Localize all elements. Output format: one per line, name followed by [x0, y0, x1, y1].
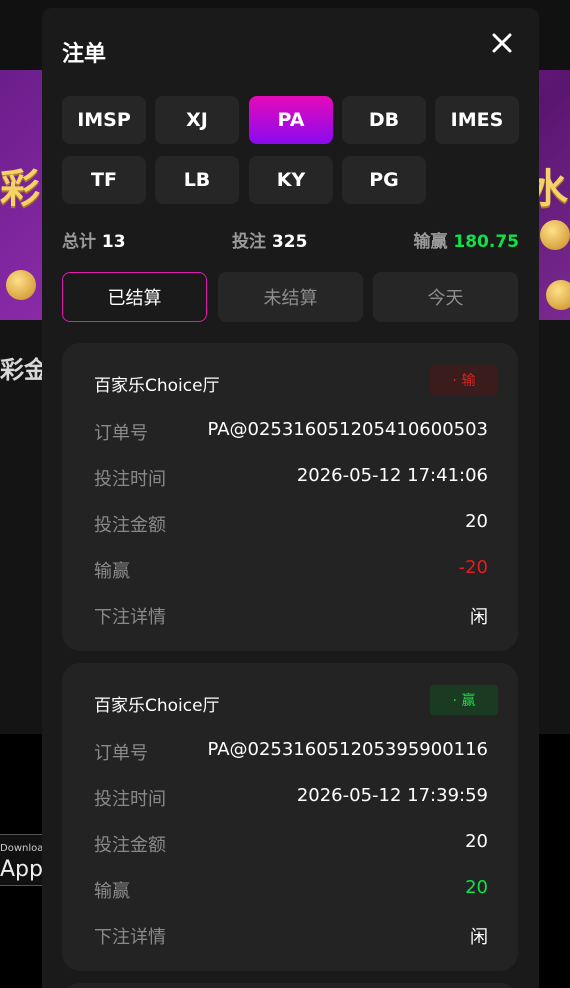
summary-winloss: 输赢 180.75: [413, 227, 519, 252]
provider-tab-xj[interactable]: XJ: [155, 96, 239, 144]
coin-decoration: [540, 220, 570, 250]
bet-detail-row: 下注详情 闲: [94, 603, 488, 628]
bet-time-value: 2026-05-12 17:41:06: [296, 465, 488, 486]
order-game-title: 百家乐Choice厅: [94, 696, 220, 716]
coin-decoration: [6, 270, 36, 300]
bet-time-label: 投注时间: [94, 469, 166, 490]
order-number-label: 订单号: [94, 423, 148, 444]
order-status-badge: · 输: [430, 365, 498, 395]
filter-today-button[interactable]: 今天: [373, 272, 518, 322]
bet-amount-label: 投注金额: [94, 515, 166, 536]
summary-bet: 投注 325: [232, 227, 307, 252]
bet-records-modal: 注单 IMSP XJ PA DB IMES TF LB KY PG 总计 13 …: [42, 8, 539, 988]
bet-time-row: 投注时间 2026-05-12 17:41:06: [94, 465, 488, 490]
store-badge-small-text: Downloa: [0, 843, 44, 854]
winloss-value: 20: [465, 877, 488, 898]
modal-title: 注单: [62, 42, 107, 67]
provider-tab-ky[interactable]: KY: [249, 156, 333, 204]
banner-left-glyph: 彩: [0, 166, 40, 212]
summary-bet-value: 325: [271, 232, 308, 252]
order-number-value: PA@025316051205395900116: [207, 739, 488, 760]
winloss-label: 输赢: [94, 881, 130, 902]
bet-time-row: 投注时间 2026-05-12 17:39:59: [94, 785, 488, 810]
order-number-value: PA@025316051205410600503: [207, 419, 488, 440]
bet-detail-row: 下注详情 闲: [94, 923, 488, 948]
bet-time-value: 2026-05-12 17:39:59: [296, 785, 488, 806]
provider-tab-lb[interactable]: LB: [155, 156, 239, 204]
bet-detail-label: 下注详情: [94, 607, 166, 628]
winloss-row: 输赢 -20: [94, 557, 488, 582]
provider-tab-tf[interactable]: TF: [62, 156, 146, 204]
order-card[interactable]: 百家乐Choice厅 · 赢 订单号 PA@025316051205395900…: [62, 663, 518, 971]
provider-tab-imes[interactable]: IMES: [435, 96, 519, 144]
provider-tab-pa[interactable]: PA: [249, 96, 333, 144]
order-status-badge: · 赢: [430, 685, 498, 715]
filter-settled-button[interactable]: 已结算: [62, 272, 207, 322]
bet-amount-value: 20: [465, 511, 488, 532]
bet-amount-row: 投注金额 20: [94, 511, 488, 536]
settlement-filter: 已结算 未结算 今天: [62, 272, 519, 322]
bet-amount-row: 投注金额 20: [94, 831, 488, 856]
provider-tab-imsp[interactable]: IMSP: [62, 96, 146, 144]
order-game-title: 百家乐Choice厅: [94, 376, 220, 396]
summary-winloss-value: 180.75: [453, 232, 519, 252]
app-store-badge[interactable]: Downloa App S: [0, 834, 64, 886]
summary-bet-label: 投注: [232, 232, 266, 252]
bet-detail-label: 下注详情: [94, 927, 166, 948]
summary-bar: 总计 13 投注 325 输赢 180.75: [62, 227, 519, 253]
modal-header: 注单: [62, 36, 106, 68]
order-card[interactable]: 百家乐Choice厅 · 输 订单号 PA@025316051205410600…: [62, 343, 518, 651]
bet-detail-value: 闲: [470, 607, 488, 628]
bet-amount-label: 投注金额: [94, 835, 166, 856]
coin-decoration: [546, 280, 570, 310]
winloss-value: -20: [458, 557, 488, 578]
background-side-text: 彩金: [0, 356, 48, 384]
winloss-label: 输赢: [94, 561, 130, 582]
bet-time-label: 投注时间: [94, 789, 166, 810]
provider-tab-pg[interactable]: PG: [342, 156, 426, 204]
summary-total: 总计 13: [62, 227, 126, 252]
close-icon: [492, 33, 512, 53]
order-number-label: 订单号: [94, 743, 148, 764]
winloss-row: 输赢 20: [94, 877, 488, 902]
provider-tab-db[interactable]: DB: [342, 96, 426, 144]
summary-total-label: 总计: [62, 232, 96, 252]
summary-total-value: 13: [101, 232, 126, 252]
order-number-row: 订单号 PA@025316051205395900116: [94, 739, 488, 764]
order-card[interactable]: [62, 983, 518, 988]
bet-detail-value: 闲: [470, 927, 488, 948]
bet-amount-value: 20: [465, 831, 488, 852]
order-number-row: 订单号 PA@025316051205410600503: [94, 419, 488, 444]
summary-winloss-label: 输赢: [413, 232, 448, 252]
filter-unsettled-button[interactable]: 未结算: [218, 272, 363, 322]
close-button[interactable]: [491, 32, 513, 54]
